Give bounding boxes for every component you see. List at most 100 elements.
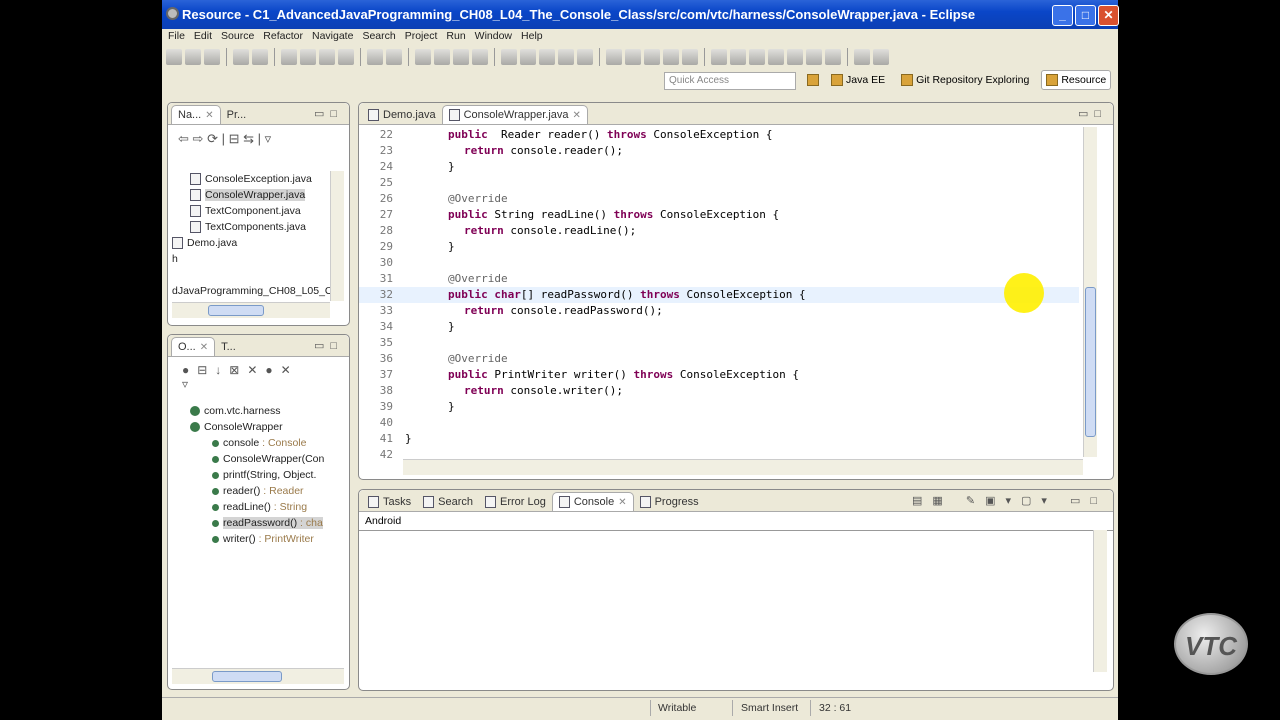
list-item[interactable]: TextComponents.java: [172, 219, 330, 235]
vertical-scrollbar[interactable]: [1083, 127, 1097, 457]
menu-icon[interactable]: ▿: [265, 131, 272, 146]
toolbar-button-icon[interactable]: [663, 49, 679, 65]
outline-item[interactable]: readPassword() : cha: [172, 515, 348, 531]
toolbar-button-icon[interactable]: [233, 49, 249, 65]
tab-console[interactable]: Console ✕: [551, 492, 634, 511]
toolbar-button-icon[interactable]: [434, 49, 450, 65]
link-editor-icon[interactable]: ⇆: [243, 131, 254, 146]
toolbar-button-icon[interactable]: [539, 49, 555, 65]
toolbar-button-icon[interactable]: [166, 49, 182, 65]
toolbar-button-icon[interactable]: [854, 49, 870, 65]
close-icon[interactable]: ✕: [205, 110, 213, 121]
toolbar-button-icon[interactable]: [625, 49, 641, 65]
toolbar-button-icon[interactable]: [558, 49, 574, 65]
quick-access-input[interactable]: Quick Access: [664, 72, 796, 90]
menu-project[interactable]: Project: [405, 29, 444, 45]
close-icon[interactable]: ✕: [573, 110, 581, 121]
code-editor[interactable]: 22 public Reader reader() throws ConsoleE…: [359, 127, 1079, 463]
toolbar-button-icon[interactable]: [386, 49, 402, 65]
outline-item[interactable]: reader() : Reader: [172, 483, 348, 499]
horizontal-scrollbar[interactable]: [172, 668, 344, 684]
menu-search[interactable]: Search: [362, 29, 401, 45]
go-into-icon[interactable]: ⟳: [207, 131, 218, 146]
minimize-maximize-icons[interactable]: ▭□: [314, 107, 343, 120]
menu-window[interactable]: Window: [475, 29, 518, 45]
minimize-button[interactable]: _: [1052, 5, 1073, 26]
perspective-java-ee[interactable]: Java EE: [827, 71, 889, 89]
menu-file[interactable]: File: [168, 29, 191, 45]
close-button[interactable]: ✕: [1098, 5, 1119, 26]
outline-item[interactable]: writer() : PrintWriter: [172, 531, 348, 547]
maximize-button[interactable]: □: [1075, 5, 1096, 26]
toolbar-button-icon[interactable]: [501, 49, 517, 65]
toolbar-button-icon[interactable]: [682, 49, 698, 65]
forward-icon[interactable]: ⇨: [193, 131, 204, 146]
tab-navigator[interactable]: Na... ✕: [171, 105, 221, 124]
tab-search[interactable]: Search: [417, 493, 479, 511]
close-icon[interactable]: ✕: [200, 342, 208, 353]
menu-run[interactable]: Run: [446, 29, 471, 45]
toolbar-button-icon[interactable]: [787, 49, 803, 65]
tab-progress[interactable]: Progress: [634, 493, 705, 511]
toolbar-button-icon[interactable]: [873, 49, 889, 65]
menu-help[interactable]: Help: [521, 29, 549, 45]
toolbar-button-icon[interactable]: [367, 49, 383, 65]
console-toolbar-icons[interactable]: ▤▦ ✎▣▾▢▾ ▭□: [912, 494, 1107, 507]
toolbar-button-icon[interactable]: [806, 49, 822, 65]
list-item[interactable]: TextComponent.java: [172, 203, 330, 219]
toolbar-button-icon[interactable]: [768, 49, 784, 65]
toolbar-button-icon[interactable]: [577, 49, 593, 65]
menu-edit[interactable]: Edit: [194, 29, 218, 45]
tab-consolewrapper-java[interactable]: ConsoleWrapper.java ✕: [441, 105, 588, 124]
toolbar-button-icon[interactable]: [252, 49, 268, 65]
toolbar-button-icon[interactable]: [825, 49, 841, 65]
toolbar-button-icon[interactable]: [749, 49, 765, 65]
vertical-scrollbar[interactable]: [330, 171, 344, 301]
list-item[interactable]: ConsoleWrapper.java: [172, 187, 330, 203]
toolbar-button-icon[interactable]: [606, 49, 622, 65]
toolbar-button-icon[interactable]: [319, 49, 335, 65]
tab-task-list[interactable]: T...: [215, 338, 242, 356]
toolbar-button-icon[interactable]: [185, 49, 201, 65]
open-perspective-icon[interactable]: [807, 74, 819, 86]
horizontal-scrollbar[interactable]: [172, 302, 330, 318]
toolbar-button-icon[interactable]: [204, 49, 220, 65]
outline-item[interactable]: readLine() : String: [172, 499, 348, 515]
toolbar-button-icon[interactable]: [472, 49, 488, 65]
tab-demo-java[interactable]: Demo.java: [362, 106, 442, 124]
outline-item[interactable]: com.vtc.harness: [172, 403, 348, 419]
menu-refactor[interactable]: Refactor: [263, 29, 309, 45]
close-icon[interactable]: ✕: [618, 497, 626, 508]
minimize-maximize-icons[interactable]: ▭□: [314, 339, 343, 352]
menu-source[interactable]: Source: [221, 29, 260, 45]
list-item[interactable]: Demo.java: [172, 235, 330, 251]
perspective-git[interactable]: Git Repository Exploring: [897, 71, 1033, 89]
tab-project-explorer[interactable]: Pr...: [221, 106, 253, 124]
toolbar-button-icon[interactable]: [415, 49, 431, 65]
collapse-all-icon[interactable]: ⊟: [229, 131, 240, 146]
menu-navigate[interactable]: Navigate: [312, 29, 359, 45]
toolbar-button-icon[interactable]: [644, 49, 660, 65]
tab-error-log[interactable]: Error Log: [479, 493, 552, 511]
outline-tool-icons[interactable]: ●⊟↓⊠✕●✕: [182, 363, 299, 377]
tab-outline[interactable]: O... ✕: [171, 337, 216, 356]
outline-item[interactable]: printf(String, Object.: [172, 467, 348, 483]
vertical-scrollbar[interactable]: [1093, 530, 1107, 672]
outline-item[interactable]: ConsoleWrapper: [172, 419, 348, 435]
toolbar-button-icon[interactable]: [300, 49, 316, 65]
outline-item[interactable]: console : Console: [172, 435, 348, 451]
list-item[interactable]: dJavaProgramming_CH08_L05_Ob: [172, 283, 330, 299]
toolbar-button-icon[interactable]: [453, 49, 469, 65]
toolbar-button-icon[interactable]: [338, 49, 354, 65]
horizontal-scrollbar[interactable]: [403, 459, 1083, 475]
toolbar-button-icon[interactable]: [520, 49, 536, 65]
menu-icon[interactable]: ▿: [182, 377, 196, 391]
outline-item[interactable]: ConsoleWrapper(Con: [172, 451, 348, 467]
list-item[interactable]: ConsoleException.java: [172, 171, 330, 187]
back-icon[interactable]: ⇦: [178, 131, 189, 146]
toolbar-button-icon[interactable]: [730, 49, 746, 65]
list-item[interactable]: h: [172, 251, 330, 267]
tab-tasks[interactable]: Tasks: [362, 493, 417, 511]
toolbar-button-icon[interactable]: [711, 49, 727, 65]
minimize-maximize-icons[interactable]: ▭□: [1078, 107, 1107, 120]
